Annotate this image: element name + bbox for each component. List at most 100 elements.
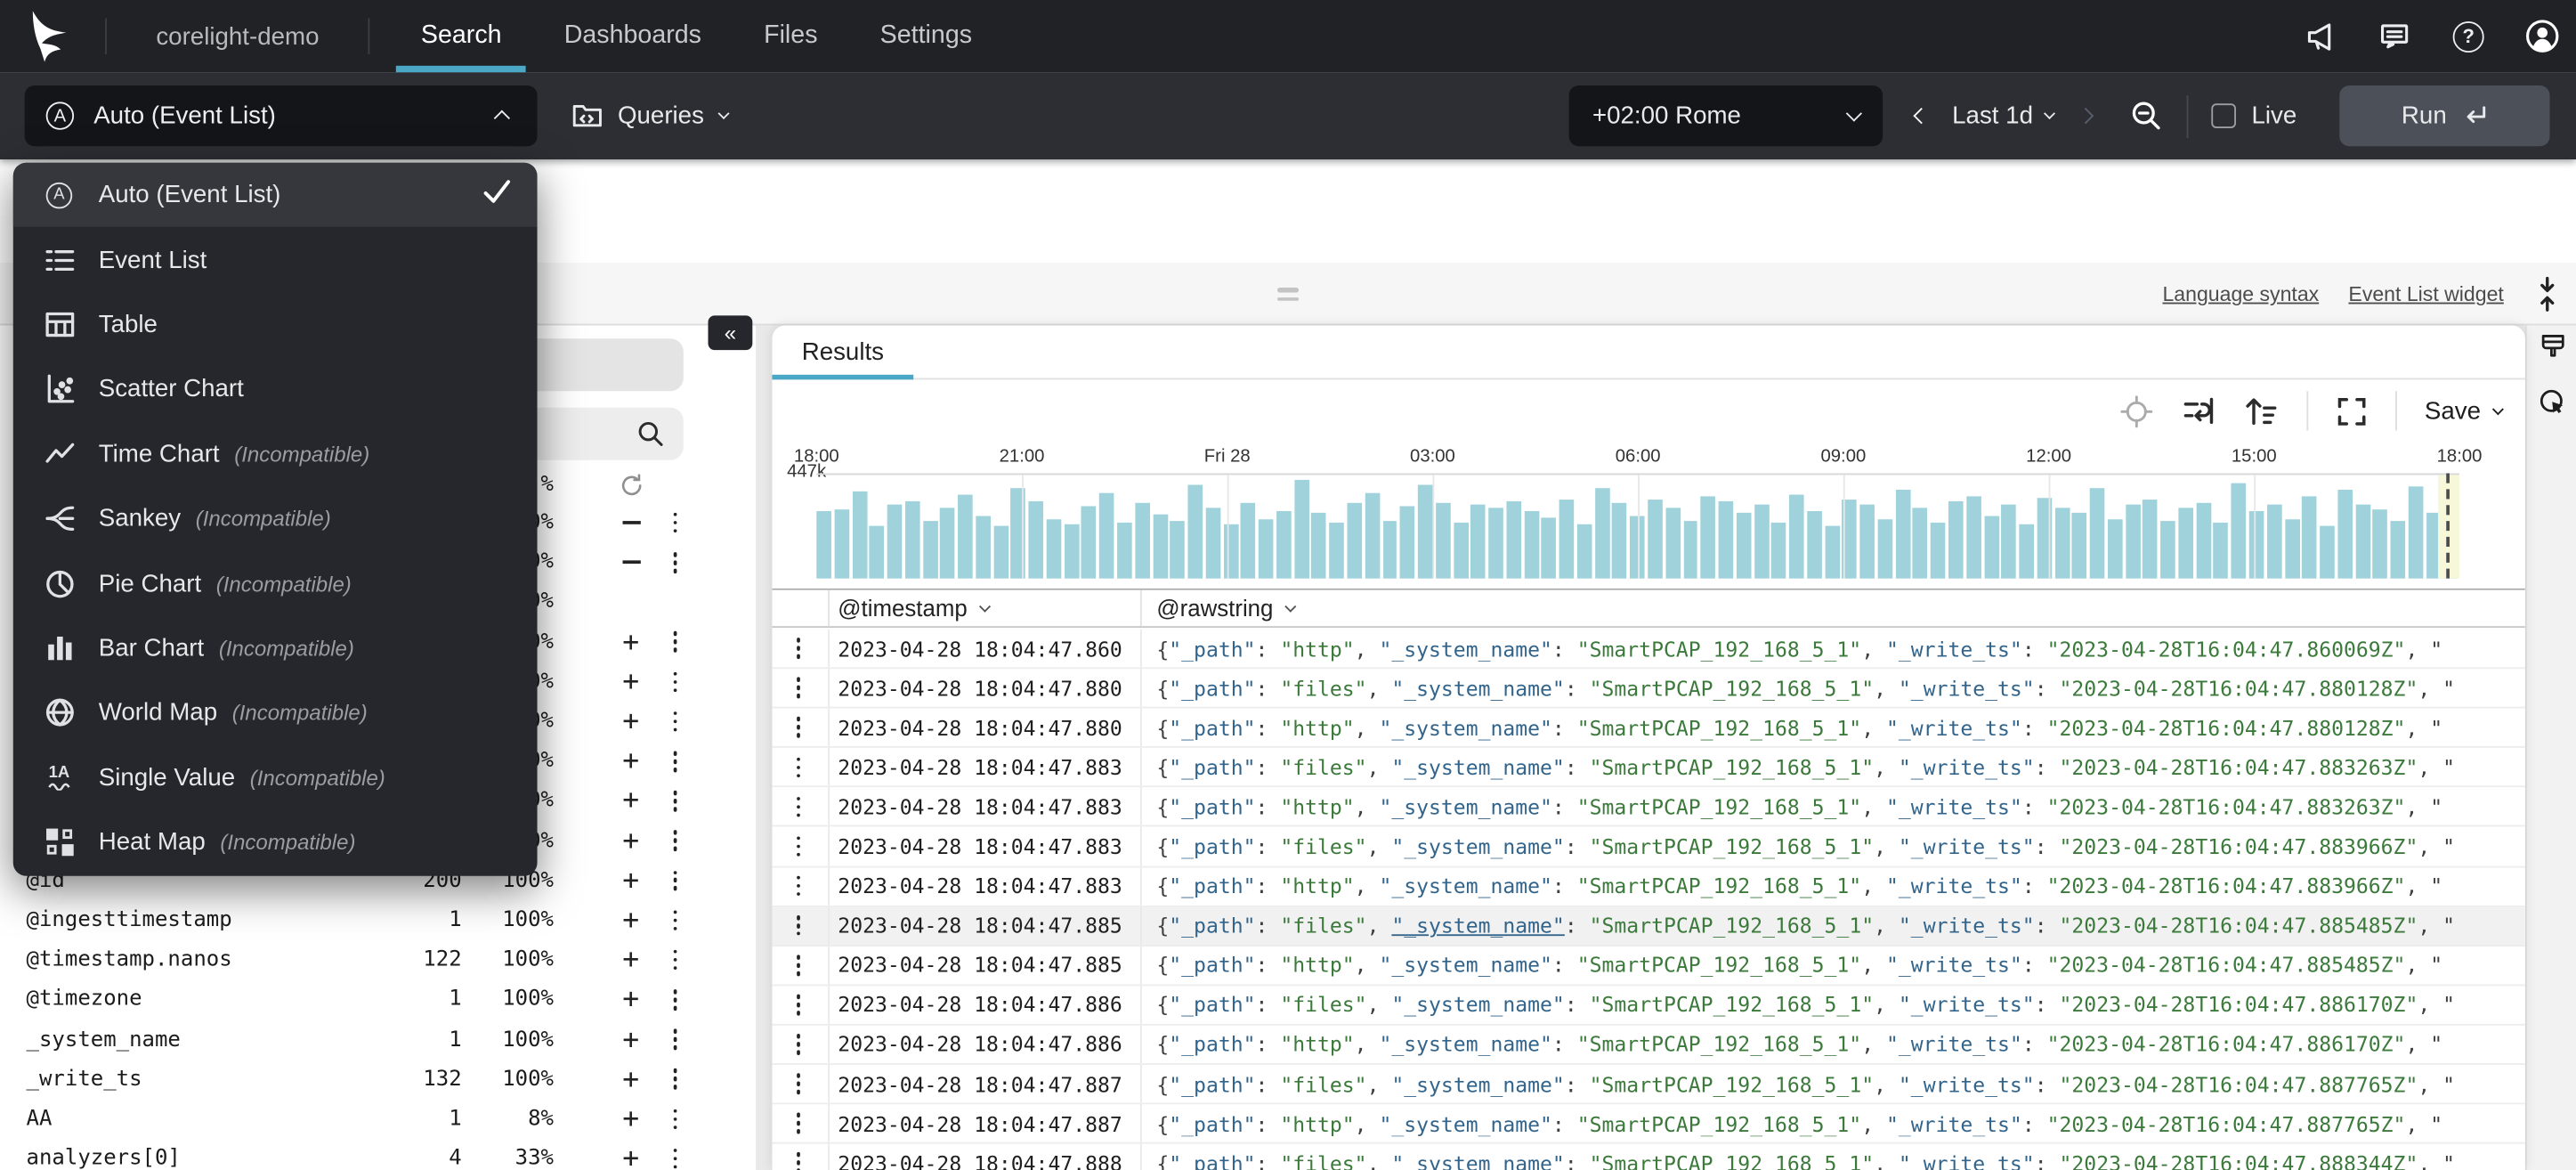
- results-tab[interactable]: Results: [802, 338, 884, 366]
- field-menu-button[interactable]: [660, 821, 690, 861]
- field-menu-button[interactable]: [660, 1139, 690, 1170]
- nav-tab-files[interactable]: Files: [733, 0, 849, 72]
- add-field-button[interactable]: +: [612, 781, 651, 821]
- event-menu-button[interactable]: [782, 1026, 815, 1064]
- event-row[interactable]: 2023-04-28 18:04:47.887 {"_path": "files"…: [772, 1065, 2525, 1105]
- link-language-syntax[interactable]: Language syntax: [2162, 282, 2319, 305]
- add-field-button[interactable]: +: [612, 742, 651, 782]
- event-row[interactable]: 2023-04-28 18:04:47.880 {"_path": "files"…: [772, 669, 2525, 709]
- view-menu-item-event-list[interactable]: Event List: [13, 227, 538, 292]
- formatting-button[interactable]: [2539, 332, 2568, 362]
- event-menu-button[interactable]: [782, 986, 815, 1024]
- event-row[interactable]: 2023-04-28 18:04:47.880 {"_path": "http",…: [772, 708, 2525, 749]
- event-row[interactable]: 2023-04-28 18:04:47.888 {"_path": "files"…: [772, 1144, 2524, 1170]
- event-row[interactable]: 2023-04-28 18:04:47.883 {"_path": "http",…: [772, 787, 2525, 828]
- view-menu-item-scatter-chart[interactable]: Scatter Chart: [13, 357, 538, 422]
- event-menu-button[interactable]: [782, 906, 815, 945]
- timestamp-column-header[interactable]: @timestamp: [838, 590, 991, 627]
- event-row[interactable]: 2023-04-28 18:04:47.886 {"_path": "http",…: [772, 1025, 2525, 1066]
- field-row[interactable]: _write_ts 132 100% +: [0, 1060, 756, 1100]
- event-histogram[interactable]: 447k 18:00 21:00 Fri 28 03:00 06:00 09:00 12:0…: [772, 443, 2524, 588]
- zoom-out-button[interactable]: [2130, 99, 2165, 134]
- view-menu-item-single-value[interactable]: 1A Single Value (Incompatible): [13, 745, 538, 810]
- rawstring-column-header[interactable]: @rawstring: [1156, 590, 1297, 627]
- histogram-plot[interactable]: 18:00 21:00 Fri 28 03:00 06:00 09:00 12:00 15:0…: [794, 447, 2482, 579]
- collapse-editor-button[interactable]: [2535, 276, 2560, 321]
- event-row[interactable]: 2023-04-28 18:04:47.883 {"_path": "files"…: [772, 827, 2525, 867]
- feedback-icon[interactable]: [2378, 19, 2412, 53]
- add-field-button[interactable]: +: [612, 900, 651, 940]
- event-menu-button[interactable]: [782, 709, 815, 747]
- nav-tab-settings[interactable]: Settings: [849, 0, 1004, 72]
- add-field-button[interactable]: +: [612, 1099, 651, 1139]
- field-row[interactable]: @ingesttimestamp 1 100% +: [0, 900, 756, 940]
- event-menu-button[interactable]: [782, 630, 815, 668]
- view-menu-item-auto-event-list[interactable]: A Auto (Event List): [12, 162, 538, 228]
- remove-field-button[interactable]: [612, 542, 651, 582]
- field-menu-button[interactable]: [660, 861, 690, 901]
- add-field-button[interactable]: +: [612, 662, 651, 702]
- field-row[interactable]: analyzers[0] 4 33% +: [0, 1139, 756, 1170]
- add-field-button[interactable]: +: [612, 979, 651, 1020]
- help-icon[interactable]: ?: [2451, 19, 2486, 53]
- event-menu-button[interactable]: [782, 1105, 815, 1143]
- add-field-button[interactable]: +: [612, 622, 651, 662]
- refresh-fields-button[interactable]: [612, 467, 651, 503]
- wrap-lines-button[interactable]: [2182, 394, 2216, 427]
- event-row[interactable]: 2023-04-28 18:04:47.860 {"_path": "http",…: [772, 629, 2525, 670]
- fullscreen-button[interactable]: [2336, 395, 2367, 427]
- event-menu-button[interactable]: [782, 788, 815, 826]
- timezone-select[interactable]: +02:00 Rome: [1569, 85, 1883, 147]
- time-forward-button[interactable]: [2064, 107, 2107, 125]
- event-row[interactable]: 2023-04-28 18:04:47.883 {"_path": "files"…: [772, 748, 2525, 788]
- add-field-button[interactable]: +: [612, 861, 651, 901]
- event-row[interactable]: 2023-04-28 18:04:47.883 {"_path": "http",…: [772, 866, 2525, 907]
- live-checkbox[interactable]: [2212, 103, 2237, 128]
- event-menu-button[interactable]: [782, 827, 815, 865]
- view-menu-item-time-chart[interactable]: Time Chart (Incompatible): [13, 422, 538, 487]
- event-menu-button[interactable]: [782, 669, 815, 707]
- field-menu-button[interactable]: [660, 1060, 690, 1100]
- event-row[interactable]: 2023-04-28 18:04:47.887 {"_path": "http",…: [772, 1104, 2525, 1145]
- time-range-button[interactable]: Last 1d: [1952, 102, 2056, 130]
- field-menu-button[interactable]: [660, 1020, 690, 1060]
- field-menu-button[interactable]: [660, 900, 690, 940]
- event-row[interactable]: 2023-04-28 18:04:47.886 {"_path": "files"…: [772, 986, 2525, 1026]
- event-menu-button[interactable]: [782, 947, 815, 985]
- event-row[interactable]: 2023-04-28 18:04:47.885 {"_path": "files"…: [772, 906, 2525, 947]
- account-icon[interactable]: [2525, 19, 2560, 53]
- time-back-button[interactable]: [1900, 107, 1942, 125]
- field-menu-button[interactable]: [660, 979, 690, 1020]
- save-button[interactable]: Save: [2425, 397, 2504, 425]
- sort-order-button[interactable]: [2244, 394, 2279, 427]
- view-menu-item-bar-chart[interactable]: Bar Chart (Incompatible): [13, 616, 538, 681]
- field-menu-button[interactable]: [660, 742, 690, 782]
- event-menu-button[interactable]: [782, 748, 815, 786]
- field-menu-button[interactable]: [660, 542, 690, 582]
- field-row[interactable]: @timezone 1 100% +: [0, 979, 756, 1020]
- view-menu-item-table[interactable]: Table: [13, 292, 538, 357]
- nav-tab-dashboards[interactable]: Dashboards: [533, 0, 733, 72]
- follow-results-button[interactable]: [2119, 394, 2154, 428]
- remove-field-button[interactable]: [612, 503, 651, 543]
- field-row[interactable]: _system_name 1 100% +: [0, 1020, 756, 1060]
- field-menu-button[interactable]: [660, 940, 690, 980]
- interactions-button[interactable]: [2539, 388, 2568, 418]
- field-menu-button[interactable]: [660, 781, 690, 821]
- event-menu-button[interactable]: [782, 867, 815, 906]
- resize-handle[interactable]: [1277, 282, 1300, 305]
- add-field-button[interactable]: +: [612, 1060, 651, 1100]
- add-field-button[interactable]: +: [612, 1020, 651, 1060]
- view-menu-item-heat-map[interactable]: Heat Map (Incompatible): [13, 810, 538, 875]
- add-field-button[interactable]: +: [612, 1139, 651, 1170]
- field-row[interactable]: AA 1 8% +: [0, 1099, 756, 1139]
- field-menu-button[interactable]: [660, 622, 690, 662]
- field-menu-button[interactable]: [660, 1099, 690, 1139]
- collapse-fields-panel-button[interactable]: «: [708, 315, 753, 351]
- add-field-button[interactable]: +: [612, 702, 651, 742]
- view-menu-item-pie-chart[interactable]: Pie Chart (Incompatible): [13, 551, 538, 616]
- event-row[interactable]: 2023-04-28 18:04:47.885 {"_path": "http",…: [772, 946, 2525, 987]
- nav-tab-search[interactable]: Search: [390, 0, 533, 73]
- event-menu-button[interactable]: [782, 1144, 815, 1170]
- queries-button[interactable]: Queries: [571, 85, 729, 146]
